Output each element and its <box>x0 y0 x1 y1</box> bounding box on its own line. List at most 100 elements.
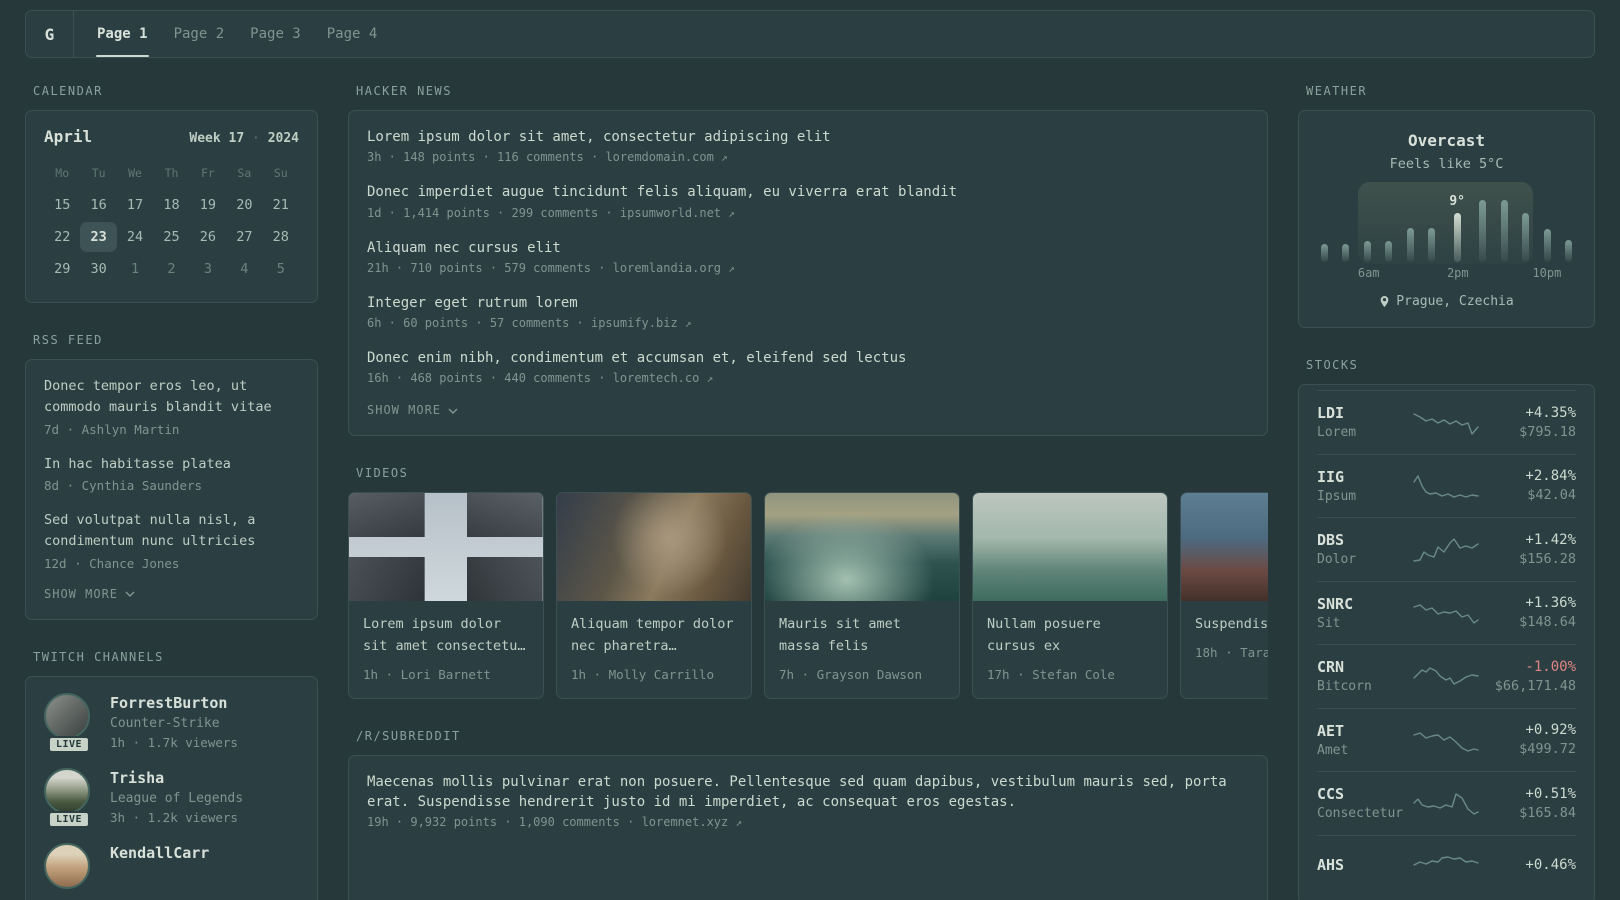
external-link-icon: ↗ <box>721 151 728 165</box>
stock-change: +1.42% <box>1525 531 1576 548</box>
video-title[interactable]: Mauris sit amet massa felis <box>779 614 945 657</box>
hn-item-title[interactable]: Donec enim nibh, condimentum et accumsan… <box>367 348 1249 368</box>
stock-row[interactable]: AET Amet +0.92% $499.72 <box>1317 707 1576 772</box>
page-tab[interactable]: Page 4 <box>314 11 391 57</box>
rss-item-title[interactable]: Donec tempor eros leo, ut commodo mauris… <box>44 376 299 419</box>
video-meta: 1h · Lori Barnett <box>363 666 491 682</box>
rss-item: In hac habitasse platea 8d · Cynthia Sau… <box>44 454 299 493</box>
calendar-day[interactable]: 17 <box>117 190 153 220</box>
subreddit-post-domain[interactable]: loremnet.xyz ↗ <box>642 815 743 829</box>
rss-show-more-button[interactable]: SHOW MORE <box>44 587 135 601</box>
chevron-down-icon <box>448 408 458 414</box>
twitch-channel[interactable]: LIVE Trisha League of Legends 3h · 1.2k … <box>44 767 299 828</box>
video-title[interactable]: Lorem ipsum dolor sit amet consectetu… <box>363 614 529 657</box>
calendar-day[interactable]: 1 <box>117 254 153 284</box>
calendar-day[interactable]: 19 <box>190 190 226 220</box>
stock-row[interactable]: AHS +0.46% <box>1317 834 1576 899</box>
stock-row[interactable]: IIG Ipsum +2.84% $42.04 <box>1317 453 1576 518</box>
calendar-day[interactable]: 22 <box>44 222 80 252</box>
hn-item-domain[interactable]: ipsumify.biz ↗ <box>591 316 692 330</box>
right-column: WEATHER Overcast Feels like 5°C 9° 6am 2… <box>1298 84 1595 900</box>
calendar-day[interactable]: 2 <box>153 254 189 284</box>
twitch-channel-name: KendallCarr <box>110 843 210 862</box>
stock-row[interactable]: CCS Consectetur +0.51% $165.84 <box>1317 771 1576 835</box>
hn-item-domain[interactable]: loremlandia.org ↗ <box>613 261 735 275</box>
weather-bar <box>1385 188 1393 262</box>
video-thumbnail <box>1181 493 1268 602</box>
stock-row[interactable]: DBS Dolor +1.42% $156.28 <box>1317 517 1576 581</box>
hn-item-title[interactable]: Lorem ipsum dolor sit amet, consectetur … <box>367 127 1249 147</box>
rss-item-title[interactable]: Sed volutpat nulla nisl, a condimentum n… <box>44 510 299 553</box>
hn-item-meta: 16h · 468 points · 440 comments · loremt… <box>367 371 714 386</box>
stock-row[interactable]: SNRC Sit +1.36% $148.64 <box>1317 580 1576 645</box>
video-card[interactable]: Mauris sit amet massa felis 7h · Grayson… <box>764 492 960 699</box>
hn-show-more-button[interactable]: SHOW MORE <box>367 403 458 417</box>
calendar-day[interactable]: 15 <box>44 190 80 220</box>
calendar-day[interactable]: 24 <box>117 222 153 252</box>
page-tab[interactable]: Page 2 <box>161 11 238 57</box>
calendar-day[interactable]: 5 <box>263 254 299 284</box>
video-card[interactable]: Aliquam tempor dolor nec pharetra… 1h · … <box>556 492 752 699</box>
rss-widget-title: RSS FEED <box>33 333 103 347</box>
rss-item-title[interactable]: In hac habitasse platea <box>44 454 299 475</box>
weather-bar <box>1522 188 1530 262</box>
calendar-day[interactable]: 20 <box>226 190 262 220</box>
weather-bar <box>1321 188 1328 262</box>
hn-item-domain[interactable]: loremtech.co ↗ <box>613 371 714 385</box>
twitch-channel[interactable]: KendallCarr <box>44 842 299 889</box>
video-title[interactable]: Nullam posuere cursus ex <box>987 614 1153 657</box>
video-card[interactable]: Nullam posuere cursus ex 17h · Stefan Co… <box>972 492 1168 699</box>
stock-name: Lorem <box>1317 425 1357 441</box>
weather-bar-fill <box>1406 227 1414 262</box>
middle-column: HACKER NEWS Lorem ipsum dolor sit amet, … <box>348 84 1268 900</box>
page-tab[interactable]: Page 1 <box>84 11 161 57</box>
video-title[interactable]: Aliquam tempor dolor nec pharetra… <box>571 614 737 657</box>
weather-bar: 9° <box>1449 188 1465 262</box>
app-logo[interactable]: G <box>26 11 74 57</box>
hn-item: Aliquam nec cursus elit 21h · 710 points… <box>367 238 1249 275</box>
weather-location: Prague, Czechia <box>1317 294 1576 309</box>
weather-bar <box>1500 188 1508 262</box>
dot-separator: · <box>605 205 620 220</box>
stock-name: Consectetur <box>1317 806 1404 822</box>
calendar-day[interactable]: 16 <box>80 190 116 220</box>
calendar-day[interactable]: 27 <box>226 222 262 252</box>
video-card[interactable]: Suspendisse diam 18h · Tara <box>1180 492 1268 699</box>
dot-separator: · <box>590 150 606 165</box>
hn-item-title[interactable]: Integer eget rutrum lorem <box>367 293 1249 313</box>
hn-item-domain[interactable]: ipsumworld.net ↗ <box>620 206 735 220</box>
hn-item-title[interactable]: Aliquam nec cursus elit <box>367 238 1249 258</box>
stock-row[interactable]: LDI Lorem +4.35% $795.18 <box>1317 390 1576 454</box>
page-tab[interactable]: Page 3 <box>237 11 314 57</box>
calendar-day[interactable]: 3 <box>190 254 226 284</box>
hn-item-title[interactable]: Donec imperdiet augue tincidunt felis al… <box>367 182 1249 202</box>
weather-bar-fill <box>1321 244 1328 262</box>
twitch-channel[interactable]: LIVE ForrestBurton Counter-Strike 1h · 1… <box>44 692 299 753</box>
calendar-day[interactable]: 21 <box>263 190 299 220</box>
subreddit-post: Maecenas mollis pulvinar erat non posuer… <box>367 772 1249 830</box>
twitch-channel-name: ForrestBurton <box>110 693 228 712</box>
calendar-day[interactable]: 28 <box>263 222 299 252</box>
page-tabs: Page 1 Page 2 Page 3 Page 4 <box>74 11 390 57</box>
subreddit-post-title[interactable]: Maecenas mollis pulvinar erat non posuer… <box>367 772 1249 813</box>
calendar-day[interactable]: 4 <box>226 254 262 284</box>
calendar-day[interactable]: 25 <box>153 222 189 252</box>
hacker-news-widget: HACKER NEWS Lorem ipsum dolor sit amet, … <box>348 84 1268 437</box>
calendar-day[interactable]: 23 <box>80 222 117 252</box>
hn-item-meta: 6h · 60 points · 57 comments · ipsumify.… <box>367 316 692 331</box>
calendar-day[interactable]: 26 <box>190 222 226 252</box>
calendar-day[interactable]: 18 <box>153 190 189 220</box>
weather-bar <box>1479 188 1487 262</box>
videos-widget: VIDEOS Lorem ipsum dolor sit amet consec… <box>348 466 1268 699</box>
video-title[interactable]: Suspendisse diam <box>1195 614 1268 636</box>
dashboard-page: G Page 1 Page 2 Page 3 Page 4 CALENDAR A… <box>0 0 1620 900</box>
stock-price: $165.84 <box>1519 804 1576 821</box>
stock-symbol: LDI <box>1317 404 1345 423</box>
video-card[interactable]: Lorem ipsum dolor sit amet consectetu… 1… <box>348 492 544 699</box>
calendar-day[interactable]: 29 <box>44 254 80 284</box>
hn-item-domain[interactable]: loremdomain.com ↗ <box>605 150 727 164</box>
external-link-icon: ↗ <box>684 317 692 331</box>
twitch-channel-viewers: 1h · 1.7k viewers <box>110 734 238 750</box>
calendar-day[interactable]: 30 <box>80 254 116 284</box>
stock-row[interactable]: CRN Bitcorn -1.00% $66,171.48 <box>1317 644 1576 708</box>
